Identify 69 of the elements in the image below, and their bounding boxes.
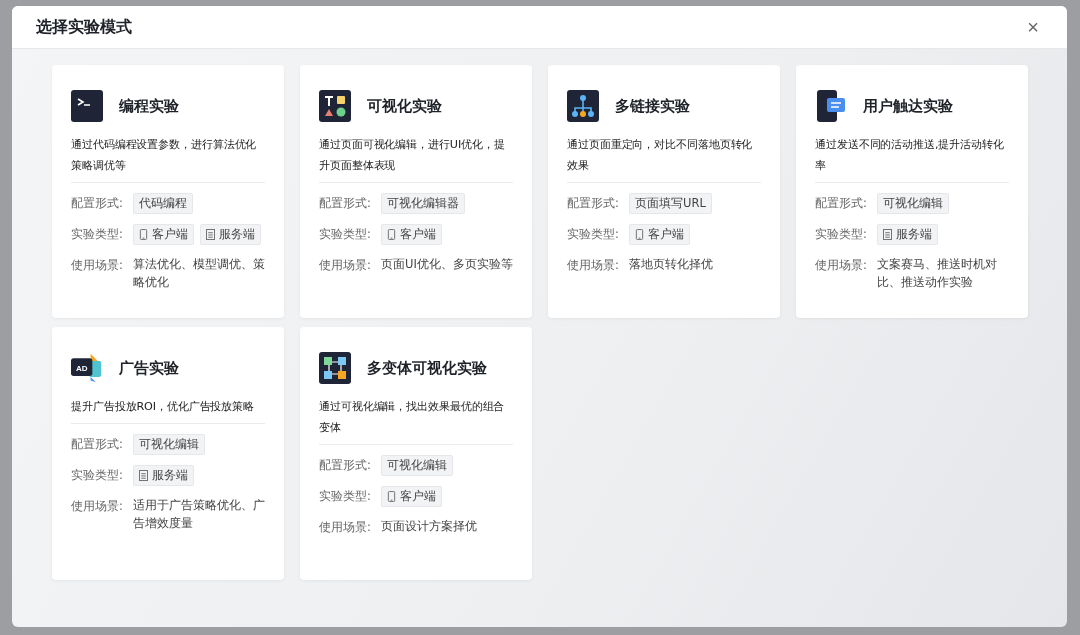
field-label: 实验类型: <box>71 467 124 484</box>
field-label: 实验类型: <box>319 488 372 505</box>
phone-message-icon <box>815 90 847 122</box>
scene-text: 文案赛马、推送时机对比、推送动作实验 <box>877 256 998 291</box>
phone-icon <box>387 229 396 240</box>
field-label: 实验类型: <box>815 226 868 243</box>
config-tag: 可视化编辑 <box>133 434 205 455</box>
mode-card[interactable]: 多变体可视化实验 通过可视化编辑，找出效果最优的组合变体 配置形式: 可视化编辑 实验类型: 客户端 使用场景: 页面设计方案择优 <box>300 327 532 580</box>
close-button[interactable]: × <box>1023 15 1043 39</box>
mode-card[interactable]: 多链接实验 通过页面重定向，对比不同落地页转化效果 配置形式: 页面填写URL 实验类型: 客户端 使用场景: 落地页转化择优 <box>548 65 780 318</box>
config-tag: 可视化编辑器 <box>381 193 465 214</box>
config-tag: 可视化编辑 <box>381 455 453 476</box>
card-description: 通过页面重定向，对比不同落地页转化效果 <box>567 137 754 174</box>
field-label: 配置形式: <box>567 195 620 212</box>
card-title: 多链接实验 <box>615 96 690 116</box>
field-label: 实验类型: <box>567 226 620 243</box>
card-description: 通过页面可视化编辑，进行UI优化，提升页面整体表现 <box>319 137 506 174</box>
type-tag-label: 客户端 <box>648 227 684 242</box>
hierarchy-icon <box>567 90 599 122</box>
field-label: 实验类型: <box>71 226 124 243</box>
shapes-icon <box>319 90 351 122</box>
scene-text: 算法优化、模型调优、策略优化 <box>133 256 265 291</box>
phone-icon <box>139 229 148 240</box>
config-tag: 代码编程 <box>133 193 193 214</box>
scene-text: 适用于广告策略优化、广告增效度量 <box>133 497 265 532</box>
card-title: 广告实验 <box>119 358 179 378</box>
server-icon <box>206 229 215 240</box>
field-label: 配置形式: <box>815 195 868 212</box>
type-tag-label: 服务端 <box>896 227 932 242</box>
field-label: 使用场景: <box>71 498 124 515</box>
field-label: 实验类型: <box>319 226 372 243</box>
phone-icon <box>635 229 644 240</box>
field-label: 使用场景: <box>71 257 124 274</box>
card-description: 通过代码编程设置参数，进行算法优化策略调优等 <box>71 137 258 174</box>
scene-text: 落地页转化择优 <box>629 256 713 273</box>
phone-icon <box>387 491 396 502</box>
type-tag-label: 客户端 <box>400 489 436 504</box>
type-tag-label: 服务端 <box>152 468 188 483</box>
config-tag: 页面填写URL <box>629 193 712 214</box>
field-label: 配置形式: <box>319 457 372 474</box>
scene-text: 页面UI优化、多页实验等 <box>381 256 513 273</box>
card-title: 可视化实验 <box>367 96 442 116</box>
card-title: 多变体可视化实验 <box>367 358 487 378</box>
server-icon <box>883 229 892 240</box>
card-description: 通过发送不同的活动推送,提升活动转化率 <box>815 137 1005 174</box>
server-icon <box>139 470 148 481</box>
dialog-title: 选择实验模式 <box>36 16 132 38</box>
mode-card[interactable]: 编程实验 通过代码编程设置参数，进行算法优化策略调优等 配置形式: 代码编程 实验类型: 客户端 服务端 使用场景: 算法优化、模型调优、策略优化 <box>52 65 284 318</box>
type-tag-label: 服务端 <box>219 227 255 242</box>
field-label: 使用场景: <box>319 257 372 274</box>
mode-card[interactable]: AD 广告实验 提升广告投放ROI，优化广告投放策略 配置形式: 可视化编辑 实验类型: 服务端 使用场景: 适用于广告策略优化、广告增效度量 <box>52 327 284 580</box>
card-title: 编程实验 <box>119 96 179 116</box>
mode-card[interactable]: 用户触达实验 通过发送不同的活动推送,提升活动转化率 配置形式: 可视化编辑 实验类型: 服务端 使用场景: 文案赛马、推送时机对比、推送动作实验 <box>796 65 1028 318</box>
config-tag: 可视化编辑 <box>877 193 949 214</box>
type-tag-label: 客户端 <box>400 227 436 242</box>
field-label: 使用场景: <box>319 519 372 536</box>
mode-card[interactable]: 可视化实验 通过页面可视化编辑，进行UI优化，提升页面整体表现 配置形式: 可视化编辑器 实验类型: 客户端 使用场景: 页面UI优化、多页实验等 <box>300 65 532 318</box>
card-description: 提升广告投放ROI，优化广告投放策略 <box>71 399 256 415</box>
type-tag-label: 客户端 <box>152 227 188 242</box>
terminal-icon <box>71 90 103 122</box>
card-title: 用户触达实验 <box>863 96 953 116</box>
field-label: 配置形式: <box>71 195 124 212</box>
field-label: 使用场景: <box>567 257 620 274</box>
field-label: 使用场景: <box>815 257 868 274</box>
field-label: 配置形式: <box>71 436 124 453</box>
card-description: 通过可视化编辑，找出效果最优的组合变体 <box>319 399 506 436</box>
field-label: 配置形式: <box>319 195 372 212</box>
grid-icon <box>319 352 351 384</box>
scene-text: 页面设计方案择优 <box>381 518 477 535</box>
